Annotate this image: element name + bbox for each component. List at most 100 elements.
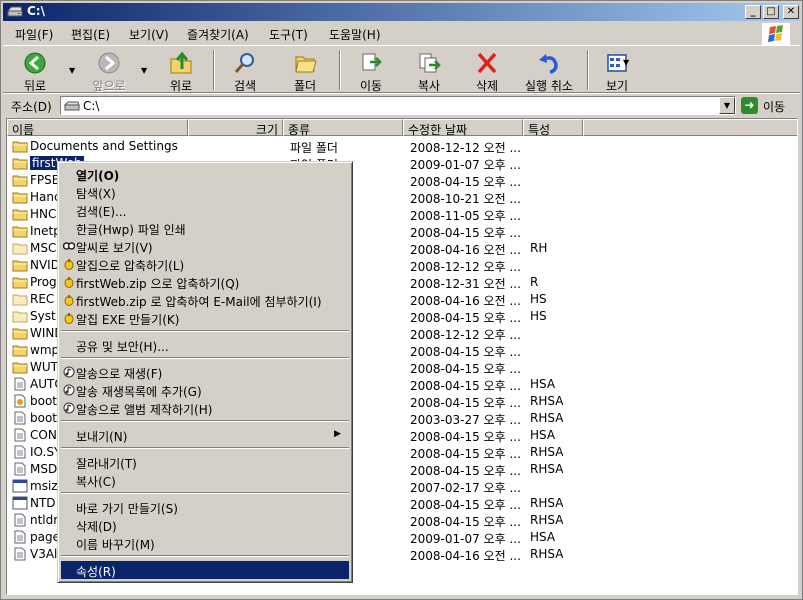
file-modified: 2008-04-15 오후 ...	[410, 345, 521, 359]
file-name: wmp	[30, 343, 60, 357]
file-modified: 2008-04-15 오후 ...	[410, 362, 521, 376]
file-modified: 2009-01-07 오후 ...	[410, 158, 521, 172]
menu-edit[interactable]: 편집(E)	[71, 26, 110, 43]
file-attributes: HS	[530, 309, 547, 323]
menu-separator	[61, 555, 349, 557]
context-menu-item[interactable]: 이름 바꾸기(M)	[61, 534, 349, 552]
context-menu-item[interactable]: 속성(R)	[61, 561, 349, 579]
menu-separator	[61, 447, 349, 449]
column-header-type[interactable]: 종류	[283, 119, 403, 137]
file-modified: 2008-04-15 오후 ...	[410, 175, 521, 189]
menu-file[interactable]: 파일(F)	[15, 26, 53, 43]
context-menu-item[interactable]: firstWeb.zip 으로 압축하기(Q)	[61, 273, 349, 291]
file-name: Syst	[30, 309, 56, 323]
alsong-icon	[63, 402, 75, 414]
address-input[interactable]: C:\ ▼	[60, 96, 736, 115]
explorer-window: C:\ _ □ ✕ 파일(F) 편집(E) 보기(V) 즐겨찾기(A) 도구(T…	[0, 0, 803, 600]
copy-button[interactable]: 복사	[401, 49, 457, 93]
back-dropdown-icon[interactable]: ▼	[69, 66, 75, 75]
context-menu-label: 잘라내기(T)	[76, 457, 137, 471]
undo-button[interactable]: 실행 취소	[519, 49, 579, 93]
alzip-icon	[63, 276, 75, 288]
delete-button[interactable]: 삭제	[459, 49, 515, 93]
context-menu-item[interactable]: 열기(O)	[61, 165, 349, 183]
context-menu-item[interactable]: 알집으로 압축하기(L)	[61, 255, 349, 273]
file-attributes: RHSA	[530, 547, 564, 561]
menu-separator	[61, 420, 349, 422]
up-button[interactable]: 위로	[153, 49, 209, 93]
file-modified: 2008-04-15 오후 ...	[410, 464, 521, 478]
address-dropdown-button[interactable]: ▼	[719, 97, 735, 114]
toolbar-separator	[213, 50, 215, 90]
file-modified: 2008-04-15 오후 ...	[410, 430, 521, 444]
context-menu-label: firstWeb.zip 로 압축하여 E-Mail에 첨부하기(I)	[76, 295, 322, 309]
search-label: 검색	[233, 79, 257, 93]
folders-icon	[295, 56, 317, 73]
table-row[interactable]: Documents and Settings 파일 폴더 2008-12-12 오전…	[7, 138, 797, 155]
file-modified: 2008-04-15 오후 ...	[410, 498, 521, 512]
file-modified: 2008-04-15 오후 ...	[410, 311, 521, 325]
column-header-modified[interactable]: 수정한 날짜	[403, 119, 523, 137]
file-icon	[12, 377, 28, 391]
context-menu-item[interactable]: 알집 EXE 만들기(K)	[61, 309, 349, 327]
menu-favorites[interactable]: 즐겨찾기(A)	[187, 26, 249, 43]
file-icon	[12, 530, 28, 544]
file-icon	[12, 411, 28, 425]
context-menu-label: 알집 EXE 만들기(K)	[76, 313, 180, 327]
folder-icon	[12, 190, 28, 204]
context-menu-item[interactable]: 알송으로 앨범 제작하기(H)	[61, 399, 349, 417]
context-menu-item[interactable]: 공유 및 보안(H)...	[61, 336, 349, 354]
column-header-name[interactable]: 이름	[7, 119, 188, 137]
column-header-size[interactable]: 크기	[188, 119, 283, 137]
back-button[interactable]: 뒤로	[7, 49, 63, 93]
context-menu-item[interactable]: 알씨로 보기(V)	[61, 237, 349, 255]
folder-icon	[12, 173, 28, 187]
context-menu-item[interactable]: 보내기(N) ▶	[61, 426, 349, 444]
context-menu-item[interactable]: 잘라내기(T)	[61, 453, 349, 471]
maximize-button[interactable]: □	[763, 5, 779, 19]
context-menu-item[interactable]: 복사(C)	[61, 471, 349, 489]
file-name: Documents and Settings	[30, 139, 178, 153]
close-button[interactable]: ✕	[783, 5, 799, 19]
forward-dropdown-icon[interactable]: ▼	[141, 66, 147, 75]
file-modified: 2008-12-31 오전 ...	[410, 277, 521, 291]
context-menu-item[interactable]: 알송 재생목록에 추가(G)	[61, 381, 349, 399]
context-menu-item[interactable]: firstWeb.zip 로 압축하여 E-Mail에 첨부하기(I)	[61, 291, 349, 309]
file-type: 파일 폴더	[290, 141, 338, 155]
file-modified: 2008-12-12 오후 ...	[410, 260, 521, 274]
views-dropdown-icon[interactable]: ▼	[623, 58, 629, 67]
menu-help[interactable]: 도움말(H)	[329, 26, 381, 43]
menu-separator	[61, 357, 349, 359]
views-button[interactable]: 보기	[589, 49, 645, 93]
file-icon	[12, 445, 28, 459]
title-bar[interactable]: C:\ _ □ ✕	[3, 3, 800, 21]
context-menu-item[interactable]: 바로 가기 만들기(S)	[61, 498, 349, 516]
file-name: msiz	[30, 479, 58, 493]
folders-label: 폴더	[293, 79, 317, 93]
column-header-attributes[interactable]: 특성	[523, 119, 583, 137]
folder-gray-icon	[12, 292, 28, 306]
go-button[interactable]: ➜ 이동	[741, 96, 799, 115]
menu-tools[interactable]: 도구(T)	[269, 26, 308, 43]
file-modified: 2008-04-15 오후 ...	[410, 396, 521, 410]
folders-button[interactable]: 폴더	[277, 49, 333, 93]
file-name: NVID	[30, 258, 60, 272]
search-icon	[234, 53, 254, 73]
submenu-arrow-icon: ▶	[334, 429, 341, 439]
drive-icon	[64, 101, 80, 111]
context-menu-item[interactable]: 삭제(D)	[61, 516, 349, 534]
forward-button[interactable]: 앞으로	[81, 49, 137, 93]
context-menu-item[interactable]: 탐색(X)	[61, 183, 349, 201]
context-menu-item[interactable]: 알송으로 재생(F)	[61, 363, 349, 381]
search-button[interactable]: 검색	[217, 49, 273, 93]
move-button[interactable]: 이동	[343, 49, 399, 93]
context-menu-label: 속성(R)	[76, 565, 116, 579]
file-name: boot	[30, 411, 58, 425]
menu-view[interactable]: 보기(V)	[129, 26, 169, 43]
context-menu-item[interactable]: 검색(E)...	[61, 201, 349, 219]
minimize-button[interactable]: _	[745, 5, 761, 19]
file-modified: 2007-02-17 오후 ...	[410, 481, 521, 495]
file-modified: 2008-10-21 오전 ...	[410, 192, 521, 206]
file-modified: 2009-01-07 오후 ...	[410, 532, 521, 546]
context-menu-item[interactable]: 한글(Hwp) 파일 인쇄	[61, 219, 349, 237]
